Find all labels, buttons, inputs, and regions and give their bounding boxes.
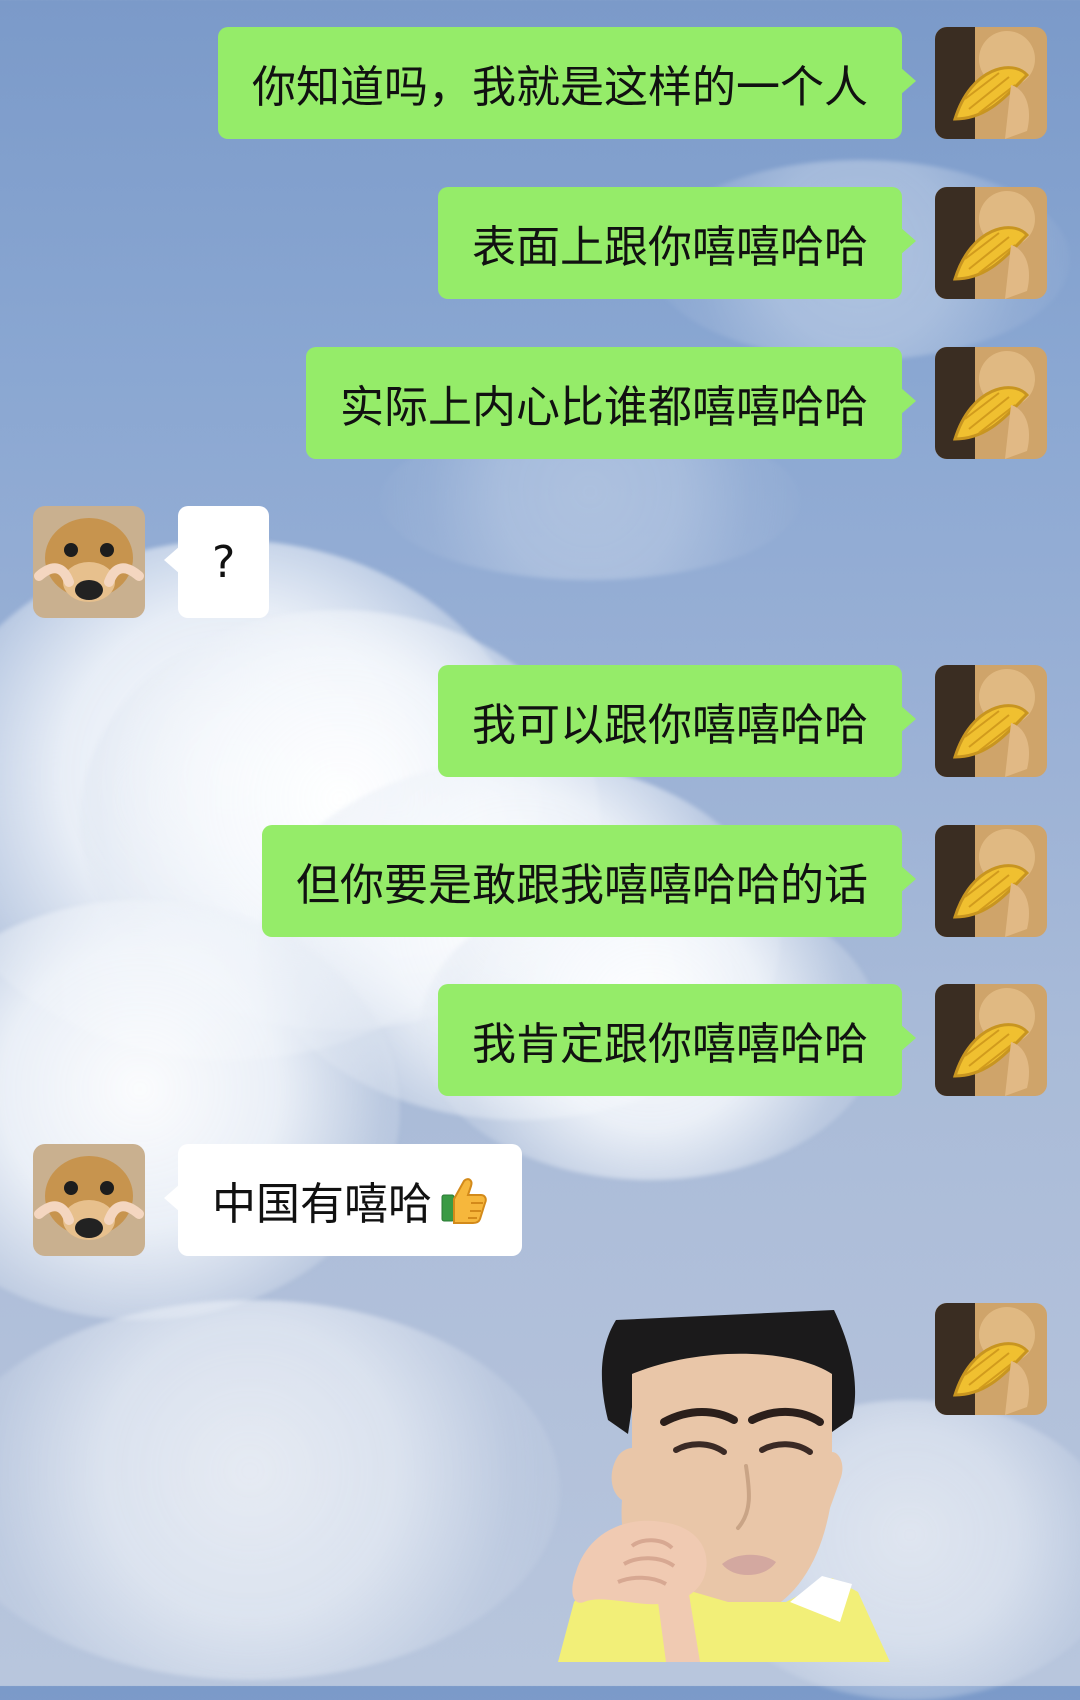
cat-with-bread-avatar[interactable]	[935, 187, 1047, 299]
message-text: 表面上跟你嘻嘻哈哈	[472, 222, 868, 273]
message-bubble[interactable]: 实际上内心比谁都嘻嘻哈哈	[306, 347, 916, 459]
message-bubble[interactable]: ?	[163, 506, 270, 618]
cat-with-bread-avatar[interactable]	[935, 1303, 1047, 1415]
message-bubble[interactable]: 但你要是敢跟我嘻嘻哈哈的话	[262, 825, 916, 937]
message-text: 你知道吗，我就是这样的一个人	[252, 62, 868, 113]
message-text: ?	[212, 536, 236, 588]
message-bubble[interactable]: 表面上跟你嘻嘻哈哈	[438, 187, 916, 299]
cat-with-bread-avatar[interactable]	[935, 347, 1047, 459]
message-text: 我可以跟你嘻嘻哈哈	[472, 700, 868, 751]
message-text: 我肯定跟你嘻嘻哈哈	[472, 1019, 868, 1070]
man-face-sticker[interactable]	[540, 1302, 910, 1662]
dog-face-avatar[interactable]	[33, 1144, 145, 1256]
cat-with-bread-avatar[interactable]	[935, 825, 1047, 937]
dog-face-avatar[interactable]	[33, 506, 145, 618]
cat-with-bread-avatar[interactable]	[935, 665, 1047, 777]
message-bubble[interactable]: 我肯定跟你嘻嘻哈哈	[438, 984, 916, 1096]
chat-thread: 你知道吗，我就是这样的一个人 表面上跟你嘻嘻哈哈 实际上内心比谁都嘻嘻哈哈 ? …	[0, 0, 1080, 1686]
message-text: 但你要是敢跟我嘻嘻哈哈的话	[296, 860, 868, 911]
cat-with-bread-avatar[interactable]	[935, 27, 1047, 139]
message-bubble[interactable]: 中国有嘻哈	[164, 1144, 522, 1256]
message-bubble[interactable]: 我可以跟你嘻嘻哈哈	[438, 665, 916, 777]
message-text: 实际上内心比谁都嘻嘻哈哈	[340, 382, 868, 433]
thumbs-up-icon	[441, 1178, 487, 1224]
message-text: 中国有嘻哈	[212, 1179, 432, 1230]
cat-with-bread-avatar[interactable]	[935, 984, 1047, 1096]
message-bubble[interactable]: 你知道吗，我就是这样的一个人	[218, 27, 916, 139]
